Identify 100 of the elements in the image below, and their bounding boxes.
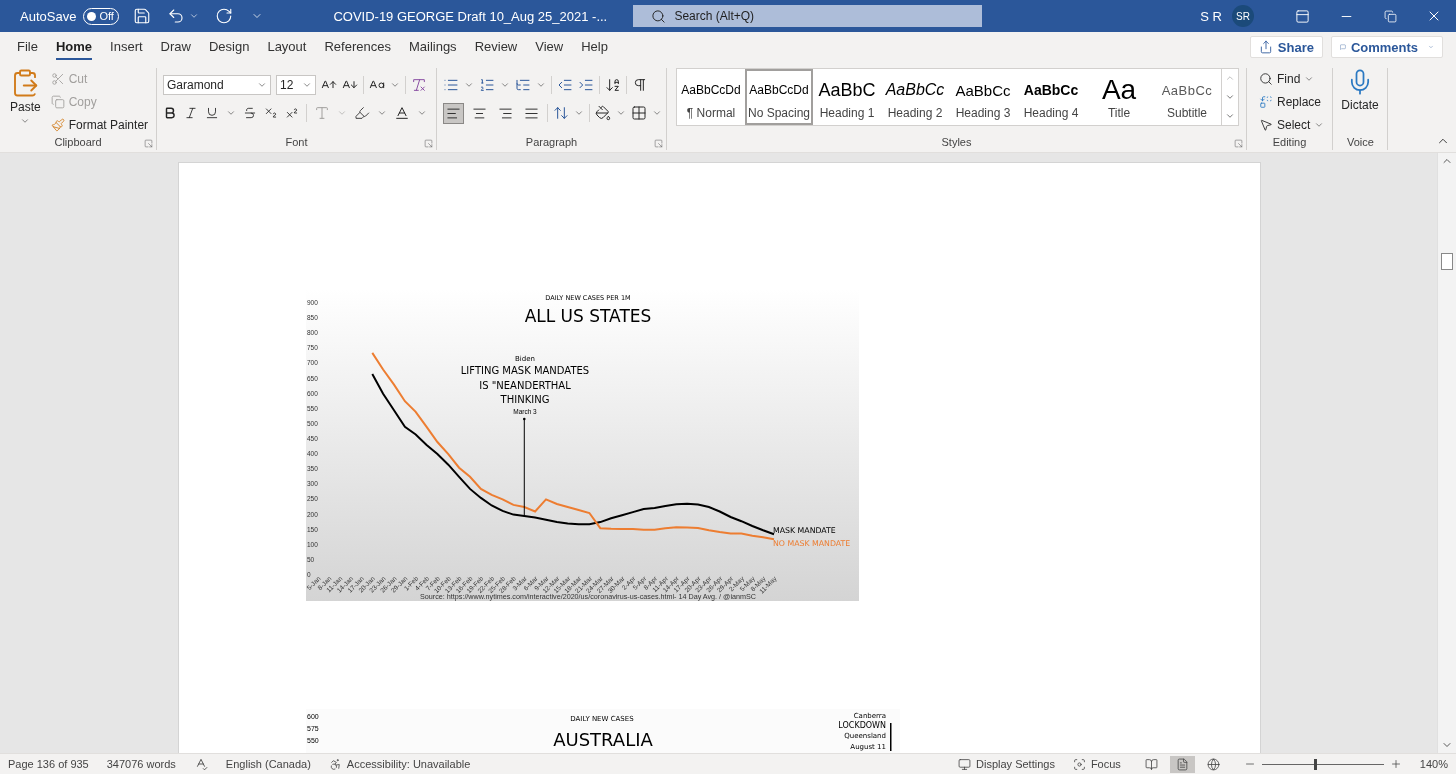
caret-icon[interactable] [390,80,400,90]
paintbrush-icon [50,118,65,132]
caret-icon[interactable] [1314,120,1325,130]
caret-icon[interactable] [574,108,584,118]
subscript-icon[interactable] [264,106,278,120]
style-item[interactable]: AaBbCcDd No Spacing [745,69,813,125]
comments-button[interactable]: Comments [1331,36,1443,58]
increase-indent-icon[interactable] [578,77,594,93]
style-item[interactable]: AaBbC Heading 1 [813,69,881,125]
replace-button[interactable]: Replace [1259,91,1325,113]
paste-button[interactable]: Paste [6,68,45,136]
ribbon-tab[interactable]: Insert [110,34,143,60]
user-avatar[interactable]: SR [1232,5,1254,27]
ribbon-tab[interactable]: Layout [267,34,307,60]
zoom-in-icon[interactable] [1389,758,1402,770]
clear-formatting-icon[interactable] [411,77,427,93]
bold-icon[interactable] [163,106,177,120]
superscript-icon[interactable] [285,106,299,120]
format-painter-button[interactable]: Format Painter [50,114,149,136]
save-icon[interactable] [133,7,152,25]
decrease-indent-icon[interactable] [557,77,573,93]
find-button[interactable]: Find [1259,68,1325,90]
caret-icon[interactable] [377,108,387,118]
annotation-line: THINKING [500,394,550,405]
zoom-thumb[interactable] [1314,758,1318,770]
document-title: COVID-19 GEORGE Draft 10_Aug 25_2021 -... [333,8,609,24]
caret-icon[interactable] [1304,74,1315,84]
strikethrough-icon[interactable] [243,106,257,120]
caret-icon[interactable] [536,80,546,90]
ribbon-tab[interactable]: Review [474,34,518,60]
scissors-icon [50,72,65,86]
style-item[interactable]: AaBbCc Heading 2 [881,69,949,125]
zoom-level[interactable]: 140% [1419,758,1448,770]
caret-icon[interactable] [302,80,312,90]
italic-icon[interactable] [184,106,198,120]
caret-icon[interactable] [20,116,31,126]
line-spacing-icon[interactable] [553,105,569,121]
sort-icon[interactable] [605,77,621,93]
caret-icon[interactable] [500,80,510,90]
caret-icon[interactable] [652,108,662,118]
numbering-icon[interactable] [479,77,495,93]
ribbon-tab[interactable]: File [17,34,38,60]
dictate-button[interactable]: Dictate [1337,68,1383,136]
caret-icon[interactable] [257,80,267,90]
ribbon-tab[interactable]: Help [581,34,608,60]
style-item[interactable]: AaBbCc Heading 3 [949,69,1017,125]
share-button[interactable]: Share [1249,36,1323,58]
view-button[interactable] [1169,755,1195,773]
style-item[interactable]: Aa Title [1085,69,1153,125]
ribbon-tab[interactable]: Mailings [408,34,457,60]
ribbon-tab[interactable]: View [535,34,564,60]
scrollbar-thumb[interactable] [1441,253,1453,270]
font-color-icon[interactable] [394,105,410,121]
group-label: Styles [940,136,973,150]
caret-icon[interactable] [616,108,626,118]
borders-icon[interactable] [631,105,647,121]
display-settings-button[interactable]: Display Settings [958,757,1055,771]
share-icon [1258,40,1273,54]
ribbon-tab[interactable]: References [324,34,391,60]
word-count[interactable]: 347076 words [106,758,176,770]
annotation-line: IS "NEANDERTHAL [479,379,571,391]
caret-icon[interactable] [464,80,474,90]
align-icon [498,105,513,121]
undo-icon[interactable] [167,7,186,25]
style-item[interactable]: AaBbCcDd ¶ Normal [677,69,745,125]
style-item[interactable]: AaBbCc Subtitle [1153,69,1221,125]
group-label: Clipboard [53,136,103,150]
underline-icon[interactable] [205,106,219,120]
align-button[interactable] [443,102,464,124]
language-label[interactable]: English (Canada) [225,758,311,770]
redo-icon[interactable] [215,7,234,25]
select-button[interactable]: Select [1259,114,1325,136]
caret-icon[interactable] [417,108,427,118]
ribbon-display-icon[interactable] [1294,8,1310,24]
bullets-icon[interactable] [443,77,459,93]
font-name-field[interactable]: Garamond [163,75,271,95]
accessibility-button[interactable]: Accessibility: Unavailable [328,757,471,771]
ribbon-tab[interactable]: Draw [160,34,191,60]
group-label: Editing [1271,136,1308,150]
focus-icon [1072,757,1086,771]
shading-icon[interactable] [595,105,611,121]
caret-icon[interactable] [226,108,236,118]
group-label: Paragraph [524,136,579,150]
focus-button[interactable]: Focus [1072,757,1121,771]
style-item[interactable]: AaBbCc Heading 4 [1017,69,1085,125]
view-icon [1206,757,1220,771]
caret-icon[interactable] [189,11,200,21]
highlighter-icon[interactable] [354,105,370,121]
pilcrow-icon[interactable] [632,77,648,93]
ribbon-tab[interactable]: Home [55,34,93,60]
restore-icon[interactable] [1383,9,1397,23]
ribbon-tab[interactable]: Design [208,34,250,60]
chart-marker [890,723,892,751]
page-count[interactable]: Page 136 of 935 [8,758,89,770]
search-icon [651,8,667,24]
search-field[interactable]: Search (Alt+Q) [633,5,983,27]
multilevel-list-icon[interactable] [515,77,531,93]
scroll-down-icon[interactable] [1225,92,1235,102]
view-icon [1175,757,1189,771]
font-size-field[interactable]: 12 [276,75,316,95]
